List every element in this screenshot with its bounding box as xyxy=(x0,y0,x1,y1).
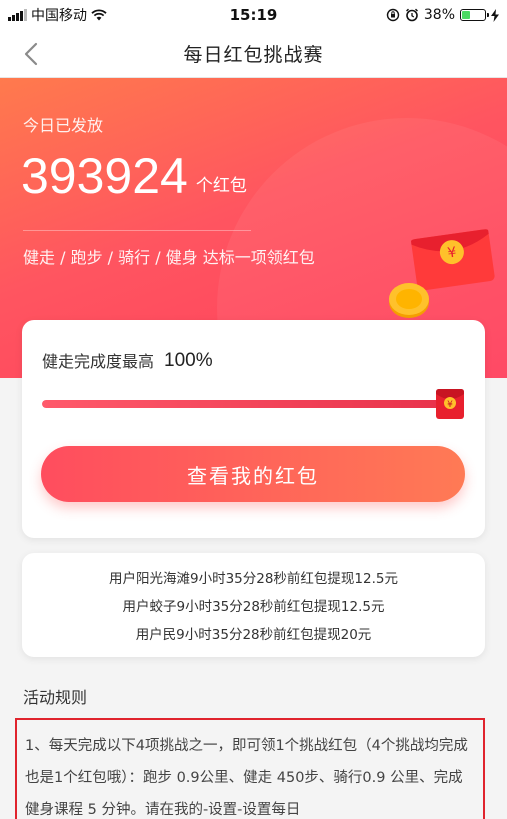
hero-description: 健走 / 跑步 / 骑行 / 健身 达标一项领红包 xyxy=(23,248,315,267)
chevron-left-icon xyxy=(24,42,38,66)
battery-icon xyxy=(460,9,489,21)
progress-label: 健走完成度最高 xyxy=(42,352,155,371)
alarm-icon xyxy=(405,8,418,22)
status-time: 15:19 xyxy=(229,6,278,24)
status-right: 38% xyxy=(319,7,499,23)
status-left: 中国移动 xyxy=(8,5,188,25)
rules-title: 活动规则 xyxy=(23,688,88,707)
view-my-red-envelopes-button[interactable]: 查看我的红包 xyxy=(41,446,465,502)
hero-count-row: 393924 个红包 xyxy=(21,148,247,204)
hero-label: 今日已发放 xyxy=(23,116,104,135)
thumb-symbol: ¥ xyxy=(447,400,453,410)
progress-label-row: 健走完成度最高 100% xyxy=(42,348,213,372)
battery-percent: 38% xyxy=(423,7,455,23)
rules-text: 1、每天完成以下4项挑战之一，即可领1个挑战红包（4个挑战均完成也是1个红包哦）… xyxy=(15,718,485,819)
withdrawal-record: 用户阳光海滩9小时35分28秒前红包提现12.5元 xyxy=(108,571,398,587)
withdrawal-record: 用户蛟子9小时35分28秒前红包提现12.5元 xyxy=(122,599,385,615)
hero-divider xyxy=(23,230,251,231)
wifi-icon xyxy=(91,9,107,21)
coin-icon xyxy=(389,283,429,318)
charging-icon xyxy=(491,8,499,22)
page-title: 每日红包挑战赛 xyxy=(183,44,324,66)
hero-count: 393924 xyxy=(21,148,188,204)
signal-icon xyxy=(8,9,27,21)
nav-bar: 每日红包挑战赛 xyxy=(0,30,507,78)
withdrawal-record: 用户民9小时35分28秒前红包提现20元 xyxy=(135,627,372,643)
progress-fill xyxy=(42,400,447,408)
hero-unit: 个红包 xyxy=(195,176,247,196)
progress-value: 100% xyxy=(164,350,213,371)
orientation-lock-icon xyxy=(386,8,400,22)
progress-track xyxy=(42,400,447,408)
progress-card: 健走完成度最高 100% ¥ 查看我的红包 xyxy=(22,320,485,538)
carrier-name: 中国移动 xyxy=(31,8,87,24)
back-button[interactable] xyxy=(18,41,44,67)
status-bar: 中国移动 15:19 38% xyxy=(0,0,507,30)
red-envelope-thumb-icon: ¥ xyxy=(436,389,464,419)
withdrawal-records-card: 用户阳光海滩9小时35分28秒前红包提现12.5元 用户蛟子9小时35分28秒前… xyxy=(22,553,485,657)
